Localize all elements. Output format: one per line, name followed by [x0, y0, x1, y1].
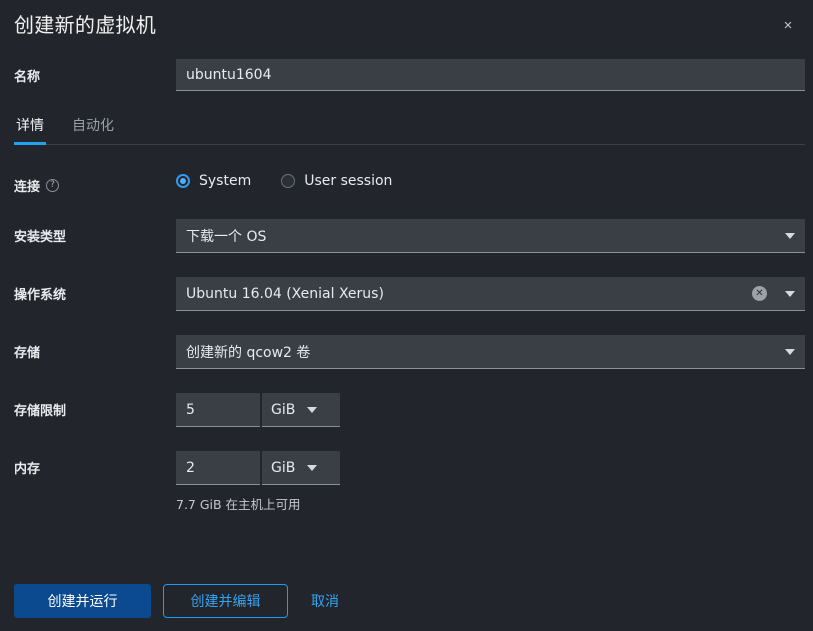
install-type-select[interactable]: 下载一个 OS	[176, 219, 805, 253]
row-storage: 存储 创建新的 qcow2 卷	[0, 335, 813, 369]
help-icon[interactable]: ?	[46, 179, 59, 192]
tabs-wrap: 详情 自动化	[0, 113, 813, 145]
chevron-down-icon	[785, 291, 795, 297]
memory-label: 内存	[14, 451, 176, 477]
operating-system-label: 操作系统	[14, 277, 176, 303]
operating-system-value: Ubuntu 16.04 (Xenial Xerus)	[186, 286, 752, 302]
radio-selected-icon	[176, 174, 190, 188]
storage-limit-input[interactable]	[176, 393, 260, 427]
install-type-value: 下载一个 OS	[186, 226, 777, 246]
row-name: 名称	[0, 59, 813, 91]
row-connection: 连接 ? System User session	[0, 169, 813, 195]
chevron-down-icon	[307, 465, 317, 471]
radio-user-session-label: User session	[304, 173, 392, 189]
row-storage-limit: 存储限制 GiB	[0, 393, 813, 427]
storage-value: 创建新的 qcow2 卷	[186, 342, 777, 362]
name-label: 名称	[14, 59, 176, 85]
vm-name-input[interactable]	[176, 59, 805, 91]
operating-system-select[interactable]: Ubuntu 16.04 (Xenial Xerus) ✕	[176, 277, 805, 311]
create-and-run-button[interactable]: 创建并运行	[14, 584, 151, 618]
chevron-down-icon	[785, 349, 795, 355]
storage-field-wrap: 创建新的 qcow2 卷	[176, 335, 805, 369]
dialog-footer: 创建并运行 创建并编辑 取消	[0, 570, 813, 631]
operating-system-field-wrap: Ubuntu 16.04 (Xenial Xerus) ✕	[176, 277, 805, 311]
memory-combo: GiB	[176, 451, 805, 485]
storage-limit-unit-select[interactable]: GiB	[262, 393, 340, 427]
row-memory: 内存 GiB 7.7 GiB 在主机上可用	[0, 451, 813, 513]
memory-unit-value: GiB	[271, 460, 295, 476]
name-field-wrap	[176, 59, 805, 91]
create-and-edit-button[interactable]: 创建并编辑	[163, 584, 288, 618]
memory-field-wrap: GiB 7.7 GiB 在主机上可用	[176, 451, 805, 513]
storage-select[interactable]: 创建新的 qcow2 卷	[176, 335, 805, 369]
install-type-field-wrap: 下载一个 OS	[176, 219, 805, 253]
tab-bar: 详情 自动化	[14, 113, 805, 145]
storage-limit-combo: GiB	[176, 393, 805, 427]
chevron-down-icon	[785, 233, 795, 239]
chevron-down-icon	[307, 407, 317, 413]
clear-icon[interactable]: ✕	[752, 286, 767, 301]
storage-limit-unit-value: GiB	[271, 402, 295, 418]
dialog-body: 名称 详情 自动化 连接 ? System	[0, 47, 813, 570]
radio-unselected-icon	[281, 174, 295, 188]
row-operating-system: 操作系统 Ubuntu 16.04 (Xenial Xerus) ✕	[0, 277, 813, 311]
create-vm-dialog: 创建新的虚拟机 × 名称 详情 自动化 连接 ?	[0, 0, 813, 631]
connection-label-text: 连接	[14, 176, 40, 195]
radio-system[interactable]: System	[176, 173, 251, 189]
connection-label: 连接 ?	[14, 169, 176, 195]
dialog-header: 创建新的虚拟机 ×	[0, 0, 813, 47]
connection-field-wrap: System User session	[176, 169, 805, 189]
radio-system-label: System	[199, 173, 251, 189]
tab-automation[interactable]: 自动化	[70, 113, 116, 144]
cancel-button[interactable]: 取消	[300, 584, 350, 618]
storage-label: 存储	[14, 335, 176, 361]
tab-details[interactable]: 详情	[14, 113, 46, 144]
row-install-type: 安装类型 下载一个 OS	[0, 219, 813, 253]
page-title: 创建新的虚拟机	[14, 9, 156, 38]
install-type-label: 安装类型	[14, 219, 176, 245]
storage-limit-field-wrap: GiB	[176, 393, 805, 427]
radio-user-session[interactable]: User session	[281, 173, 392, 189]
storage-limit-label: 存储限制	[14, 393, 176, 419]
memory-helper-text: 7.7 GiB 在主机上可用	[176, 494, 805, 513]
close-icon[interactable]: ×	[775, 12, 801, 38]
connection-radio-group: System User session	[176, 169, 805, 189]
memory-input[interactable]	[176, 451, 260, 485]
memory-unit-select[interactable]: GiB	[262, 451, 340, 485]
